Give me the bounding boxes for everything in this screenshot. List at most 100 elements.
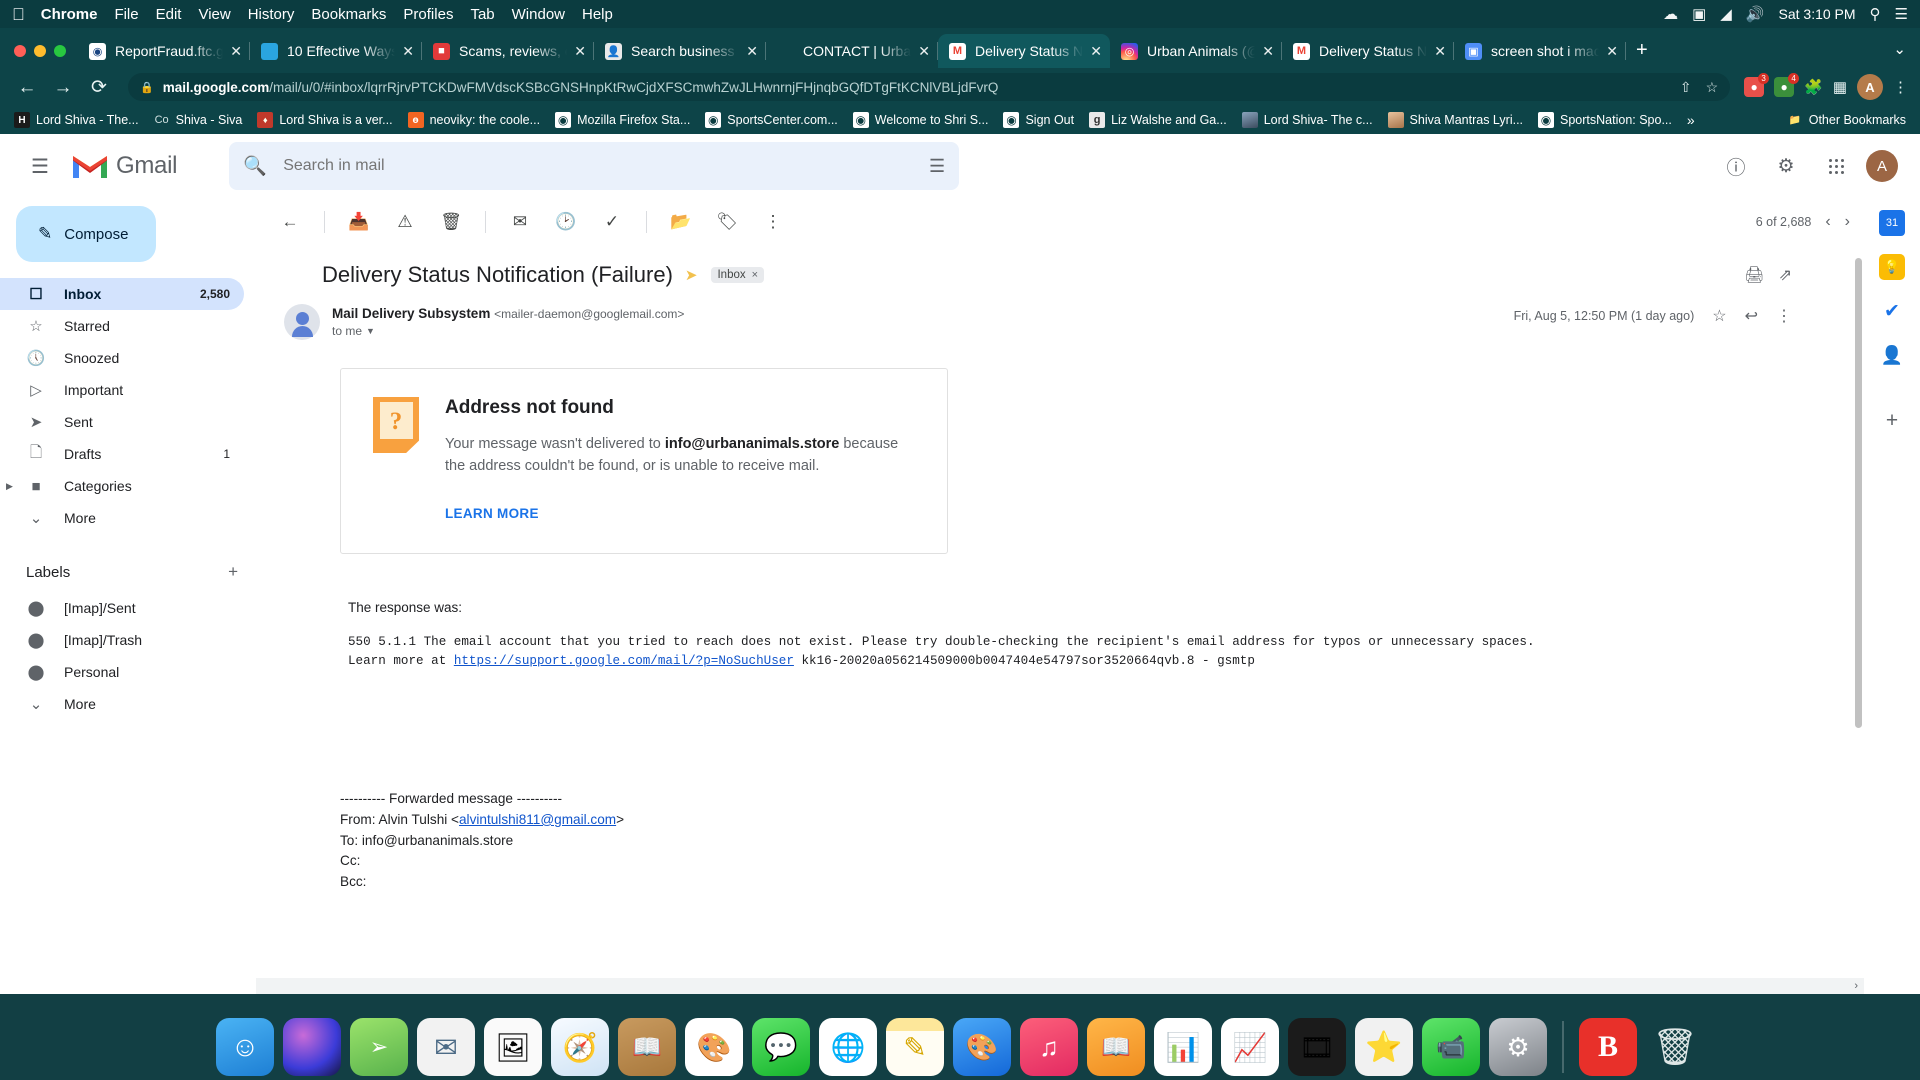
dock-icon-safari[interactable]: 🧭 bbox=[551, 1018, 609, 1076]
forward-button[interactable]: → bbox=[48, 78, 78, 97]
sidebar-item-more[interactable]: ⌄ More bbox=[0, 502, 244, 534]
bookmarks-overflow-button[interactable]: » bbox=[1681, 110, 1701, 130]
close-tab-icon[interactable]: ✕ bbox=[1090, 43, 1102, 60]
menu-item-help[interactable]: Help bbox=[582, 6, 613, 23]
reply-icon[interactable]: ↩ bbox=[1745, 306, 1758, 326]
settings-gear-icon[interactable]: ⚙ bbox=[1766, 146, 1806, 186]
extension-icon-2[interactable]: ● 4 bbox=[1774, 73, 1800, 97]
message-scroll-area[interactable]: Delivery Status Notification (Failure) ➤… bbox=[256, 246, 1864, 978]
tab-reportfraud[interactable]: ◉ ReportFraud.ftc.gov - ✕ bbox=[78, 34, 250, 68]
sidebar-label-imap-trash[interactable]: ⬤ [Imap]/Trash bbox=[0, 624, 244, 656]
expand-arrow-icon[interactable]: ▶ bbox=[6, 481, 13, 492]
dock-icon-app-store[interactable]: 🎨 bbox=[953, 1018, 1011, 1076]
bookmark-star-icon[interactable]: ☆ bbox=[1692, 79, 1719, 96]
tab-search-chevron-icon[interactable]: ⌄ bbox=[1893, 40, 1920, 68]
dock-icon-numbers[interactable]: 📈 bbox=[1221, 1018, 1279, 1076]
report-spam-icon[interactable]: ⚠ bbox=[385, 202, 425, 242]
dock-icon-system-preferences[interactable]: ⚙ bbox=[1489, 1018, 1547, 1076]
close-tab-icon[interactable]: ✕ bbox=[230, 43, 242, 60]
recipient-line[interactable]: to me ▼ bbox=[332, 324, 684, 338]
tab-10-effective-ways[interactable]: 10 Effective Ways to Fi ✕ bbox=[250, 34, 422, 68]
dock-icon-mail[interactable]: ✉ bbox=[417, 1018, 475, 1076]
help-icon[interactable]: ⓘ bbox=[1716, 146, 1756, 186]
move-to-icon[interactable]: 📂 bbox=[661, 202, 701, 242]
tab-screen-shot-imac[interactable]: ▣ screen shot i mac - G ✕ bbox=[1454, 34, 1626, 68]
star-icon[interactable]: ☆ bbox=[1712, 306, 1726, 326]
search-bar[interactable]: 🔍 ☰ bbox=[229, 142, 960, 190]
window-controls[interactable] bbox=[10, 45, 78, 68]
bookmark-lord-shiva-is-a-ver[interactable]: ♦ Lord Shiva is a ver... bbox=[251, 109, 398, 131]
keep-icon[interactable]: 💡 bbox=[1879, 254, 1905, 280]
bookmark-shiva-mantras-lyri[interactable]: Shiva Mantras Lyri... bbox=[1382, 109, 1529, 131]
menu-item-window[interactable]: Window bbox=[512, 6, 565, 23]
cloud-icon[interactable]: ☁ bbox=[1663, 5, 1678, 23]
close-tab-icon[interactable]: ✕ bbox=[1262, 43, 1274, 60]
important-marker-icon[interactable]: ➤ bbox=[685, 266, 698, 284]
control-center-icon[interactable]: ☰ bbox=[1895, 5, 1908, 23]
tab-urban-animals-instagram[interactable]: ◎ Urban Animals (@urba ✕ bbox=[1110, 34, 1282, 68]
search-options-icon[interactable]: ☰ bbox=[929, 156, 945, 177]
display-icon[interactable]: ▣ bbox=[1692, 5, 1706, 23]
bookmark-lord-shiva-the[interactable]: H Lord Shiva - The... bbox=[8, 109, 145, 131]
dock-icon-bitdefender[interactable]: B bbox=[1579, 1018, 1637, 1076]
add-to-tasks-icon[interactable]: ✓ bbox=[592, 202, 632, 242]
sidebar-item-drafts[interactable]: 🗋 Drafts 1 bbox=[0, 438, 244, 470]
menu-item-edit[interactable]: Edit bbox=[156, 6, 182, 23]
share-icon[interactable]: ⇧ bbox=[1670, 79, 1692, 96]
bookmark-sportscenter[interactable]: ◉ SportsCenter.com... bbox=[699, 109, 843, 131]
reload-button[interactable]: ⟳ bbox=[84, 78, 114, 97]
learn-more-link[interactable]: LEARN MORE bbox=[445, 506, 915, 521]
calendar-icon[interactable]: 31 bbox=[1879, 210, 1905, 236]
dock-icon-messages[interactable]: 💬 bbox=[752, 1018, 810, 1076]
chrome-menu-icon[interactable]: ⋮ bbox=[1893, 78, 1908, 96]
dock-icon-video-app[interactable]: 🎞 bbox=[1288, 1018, 1346, 1076]
spotlight-search-icon[interactable]: ⚲ bbox=[1870, 5, 1881, 23]
apps-grid-icon[interactable] bbox=[1816, 146, 1856, 186]
dock-icon-contacts[interactable]: 📖 bbox=[618, 1018, 676, 1076]
dock-icon-color-picker[interactable]: 🎨 bbox=[685, 1018, 743, 1076]
create-label-plus-icon[interactable]: + bbox=[228, 562, 238, 582]
bookmark-neoviky[interactable]: ө neoviky: the coole... bbox=[402, 109, 546, 131]
dock-icon-siri[interactable] bbox=[283, 1018, 341, 1076]
address-bar[interactable]: 🔒 mail.google.com/mail/u/0/#inbox/lqrrRj… bbox=[128, 73, 1731, 101]
wifi-icon[interactable]: ◢ bbox=[1720, 5, 1732, 23]
previous-message-icon[interactable]: ‹ bbox=[1825, 213, 1830, 231]
tab-delivery-status-notification-2[interactable]: M Delivery Status Notific ✕ bbox=[1282, 34, 1454, 68]
dock-icon-trash[interactable]: 🗑 bbox=[1646, 1018, 1704, 1076]
dock-icon-facetime[interactable]: 📹 bbox=[1422, 1018, 1480, 1076]
labels-icon[interactable]: 🏷 bbox=[707, 202, 747, 242]
account-avatar[interactable]: A bbox=[1866, 150, 1898, 182]
search-input[interactable] bbox=[283, 157, 930, 175]
dock-icon-keynote[interactable]: 📊 bbox=[1154, 1018, 1212, 1076]
close-tab-icon[interactable]: ✕ bbox=[746, 43, 758, 60]
archive-icon[interactable]: 📥 bbox=[339, 202, 379, 242]
bookmark-lord-shiva-the-c[interactable]: Lord Shiva- The c... bbox=[1236, 109, 1379, 131]
dock-icon-preview[interactable]: 🖼 bbox=[484, 1018, 542, 1076]
remove-label-icon[interactable]: × bbox=[752, 269, 758, 281]
sidebar-item-snoozed[interactable]: 🕔 Snoozed bbox=[0, 342, 244, 374]
label-chip-inbox[interactable]: Inbox × bbox=[711, 267, 765, 283]
menu-item-profiles[interactable]: Profiles bbox=[403, 6, 453, 23]
maximize-window-button[interactable] bbox=[54, 45, 66, 57]
dock-icon-notes[interactable]: ✎ bbox=[886, 1018, 944, 1076]
bookmark-sportsnation[interactable]: ◉ SportsNation: Spo... bbox=[1532, 109, 1678, 131]
bookmark-sign-out[interactable]: ◉ Sign Out bbox=[997, 109, 1080, 131]
hamburger-icon[interactable]: ☰ bbox=[16, 142, 64, 190]
sidebar-item-important[interactable]: ▷ Important bbox=[0, 374, 244, 406]
scrollbar-thumb[interactable] bbox=[1855, 258, 1862, 728]
mark-as-unread-icon[interactable]: ✉ bbox=[500, 202, 540, 242]
sidebar-label-more[interactable]: ⌄ More bbox=[0, 688, 244, 720]
tab-scams-reviews[interactable]: ■ Scams, reviews, comp ✕ bbox=[422, 34, 594, 68]
dock-icon-music[interactable]: ♫ bbox=[1020, 1018, 1078, 1076]
chrome-profile-avatar[interactable]: A bbox=[1857, 74, 1883, 100]
menu-item-view[interactable]: View bbox=[198, 6, 230, 23]
close-tab-icon[interactable]: ✕ bbox=[1606, 43, 1618, 60]
close-tab-icon[interactable]: ✕ bbox=[574, 43, 586, 60]
menu-item-bookmarks[interactable]: Bookmarks bbox=[311, 6, 386, 23]
close-tab-icon[interactable]: ✕ bbox=[1434, 43, 1446, 60]
contacts-icon[interactable]: 👤 bbox=[1879, 342, 1905, 368]
back-to-inbox-icon[interactable]: ← bbox=[270, 202, 310, 242]
site-info-lock-icon[interactable]: 🔒 bbox=[140, 81, 154, 94]
tab-delivery-status-notification-active[interactable]: M Delivery Status Notific ✕ bbox=[938, 34, 1110, 68]
dock-icon-maps[interactable]: ➢ bbox=[350, 1018, 408, 1076]
